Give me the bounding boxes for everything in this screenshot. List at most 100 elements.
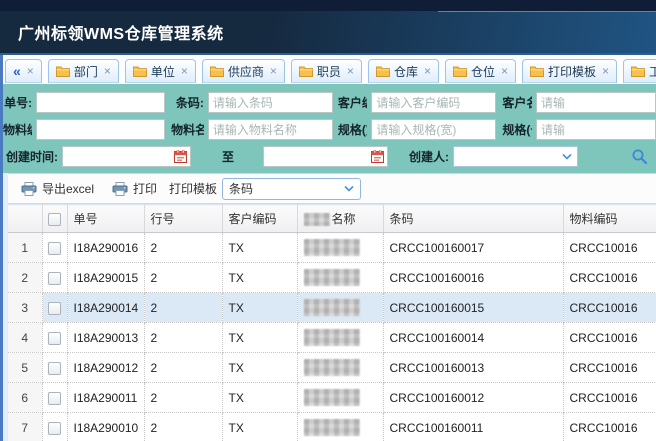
close-icon[interactable]: × bbox=[104, 65, 111, 77]
results-table: 单号 行号 客户编码 名称 条码 物料编码 1I18A2900162TXCRCC… bbox=[8, 204, 656, 441]
select-all-checkbox[interactable] bbox=[48, 213, 61, 226]
cell-customer-code: TX bbox=[222, 383, 297, 413]
tab-item[interactable]: 职员 × bbox=[291, 59, 362, 83]
close-icon[interactable]: × bbox=[181, 65, 188, 77]
order-no-input[interactable] bbox=[36, 92, 165, 113]
row-number: 6 bbox=[8, 383, 42, 413]
row-checkbox[interactable] bbox=[48, 242, 61, 255]
tab-item[interactable]: 部门 × bbox=[48, 59, 119, 83]
table-header-row: 单号 行号 客户编码 名称 条码 物料编码 bbox=[8, 205, 656, 233]
print-template-select[interactable]: 条码 bbox=[222, 178, 361, 200]
row-checkbox-cell bbox=[42, 353, 67, 383]
tab-item[interactable]: 工× bbox=[623, 59, 656, 83]
barcode-input[interactable] bbox=[208, 92, 333, 113]
creator-select[interactable] bbox=[453, 146, 578, 167]
close-icon[interactable]: × bbox=[347, 65, 354, 77]
collapse-tabs-button[interactable]: « × bbox=[5, 59, 42, 83]
tab-item[interactable]: 打印模板× bbox=[522, 59, 617, 83]
row-checkbox[interactable] bbox=[48, 272, 61, 285]
column-header-line-no[interactable]: 行号 bbox=[144, 205, 222, 233]
spec-width-input[interactable] bbox=[371, 119, 496, 140]
close-icon[interactable]: × bbox=[602, 65, 609, 77]
cell-order-no: I18A290014 bbox=[67, 293, 144, 323]
row-checkbox[interactable] bbox=[48, 422, 61, 435]
close-icon[interactable]: × bbox=[501, 65, 508, 77]
column-header-barcode[interactable]: 条码 bbox=[383, 205, 563, 233]
material-code-input[interactable] bbox=[36, 119, 165, 140]
cell-order-no: I18A290015 bbox=[67, 263, 144, 293]
material-name-input[interactable] bbox=[208, 119, 333, 140]
print-button[interactable]: 打印 bbox=[112, 180, 157, 197]
cell-customer-code: TX bbox=[222, 413, 297, 441]
search-form-row-1: 单号: 条码: 客户编码: 客户名称: bbox=[3, 89, 656, 116]
column-header-customer-code[interactable]: 客户编码 bbox=[222, 205, 297, 233]
cell-barcode: CRCC100160016 bbox=[383, 263, 563, 293]
table-row[interactable]: 6I18A2900112TXCRCC100160012CRCC10016 bbox=[8, 383, 656, 413]
customer-code-input[interactable] bbox=[371, 92, 496, 113]
date-from-field[interactable] bbox=[62, 146, 191, 167]
search-form: 单号: 条码: 客户编码: 客户名称: 物料编码: 物料名称: 规格(宽): 规… bbox=[3, 84, 656, 173]
close-icon[interactable]: × bbox=[270, 65, 277, 77]
cell-customer-name bbox=[297, 293, 383, 323]
export-excel-button[interactable]: 导出excel bbox=[21, 180, 94, 197]
folder-icon bbox=[210, 65, 224, 77]
row-checkbox-cell bbox=[42, 383, 67, 413]
tab-label: 部门 bbox=[74, 63, 98, 80]
cell-line-no: 2 bbox=[144, 323, 222, 353]
calendar-icon[interactable] bbox=[174, 150, 187, 163]
tab-label: 单位 bbox=[151, 63, 175, 80]
cell-barcode: CRCC100160011 bbox=[383, 413, 563, 441]
table-row[interactable]: 4I18A2900132TXCRCC100160014CRCC10016 bbox=[8, 323, 656, 353]
cell-customer-name bbox=[297, 413, 383, 441]
tab-item[interactable]: 单位 × bbox=[125, 59, 196, 83]
table-row[interactable]: 5I18A2900122TXCRCC100160013CRCC10016 bbox=[8, 353, 656, 383]
column-header-material-code[interactable]: 物料编码 bbox=[563, 205, 656, 233]
censored-text bbox=[304, 329, 360, 346]
spec-length-input[interactable] bbox=[536, 119, 656, 140]
date-to-field[interactable] bbox=[263, 146, 388, 167]
table-row[interactable]: 1I18A2900162TXCRCC100160017CRCC10016 bbox=[8, 233, 656, 263]
tab-item[interactable]: 仓库× bbox=[368, 59, 439, 83]
date-to-input[interactable] bbox=[264, 148, 371, 165]
cell-order-no: I18A290012 bbox=[67, 353, 144, 383]
row-checkbox-cell bbox=[42, 323, 67, 353]
tab-label: 职员 bbox=[317, 63, 341, 80]
cell-line-no: 2 bbox=[144, 233, 222, 263]
folder-icon bbox=[299, 65, 313, 77]
to-label: 至 bbox=[197, 148, 259, 165]
cell-customer-name bbox=[297, 233, 383, 263]
calendar-icon[interactable] bbox=[371, 150, 384, 163]
tab-item[interactable]: 仓位× bbox=[445, 59, 516, 83]
search-button[interactable] bbox=[631, 148, 648, 165]
table-row[interactable]: 7I18A2900102TXCRCC100160011CRCC10016 bbox=[8, 413, 656, 441]
column-header-order-no[interactable]: 单号 bbox=[67, 205, 144, 233]
censored-text bbox=[304, 299, 360, 316]
date-from-input[interactable] bbox=[63, 148, 174, 165]
wms-app-window: 广州标领WMS仓库管理系统 « × 部门×单位×供应商×职员×仓库×仓位×打印模… bbox=[0, 0, 656, 441]
close-icon[interactable]: × bbox=[27, 65, 34, 77]
folder-icon bbox=[631, 65, 645, 77]
select-all-header[interactable] bbox=[42, 205, 67, 233]
table-row[interactable]: 3I18A2900142TXCRCC100160015CRCC10016 bbox=[8, 293, 656, 323]
spec-width-label: 规格(宽): bbox=[338, 121, 368, 138]
row-checkbox-cell bbox=[42, 233, 67, 263]
column-header-customer-name[interactable]: 名称 bbox=[297, 205, 383, 233]
search-icon bbox=[631, 148, 648, 165]
table-row[interactable]: 2I18A2900152TXCRCC100160016CRCC10016 bbox=[8, 263, 656, 293]
search-form-row-3: 创建时间: 至 创建人: bbox=[3, 143, 656, 170]
material-name-label: 物料名称: bbox=[171, 121, 204, 138]
row-checkbox[interactable] bbox=[48, 302, 61, 315]
row-checkbox[interactable] bbox=[48, 392, 61, 405]
chevrons-left-icon: « bbox=[13, 64, 21, 78]
close-icon[interactable]: × bbox=[424, 65, 431, 77]
tab-item[interactable]: 供应商× bbox=[202, 59, 285, 83]
customer-name-input[interactable] bbox=[536, 92, 656, 113]
cell-barcode: CRCC100160014 bbox=[383, 323, 563, 353]
app-title: 广州标领WMS仓库管理系统 bbox=[18, 20, 224, 44]
row-checkbox[interactable] bbox=[48, 362, 61, 375]
spec-length-label: 规格(长): bbox=[502, 121, 532, 138]
cell-customer-name bbox=[297, 383, 383, 413]
folder-icon bbox=[133, 65, 147, 77]
creator-label: 创建人: bbox=[393, 148, 449, 165]
row-checkbox[interactable] bbox=[48, 332, 61, 345]
